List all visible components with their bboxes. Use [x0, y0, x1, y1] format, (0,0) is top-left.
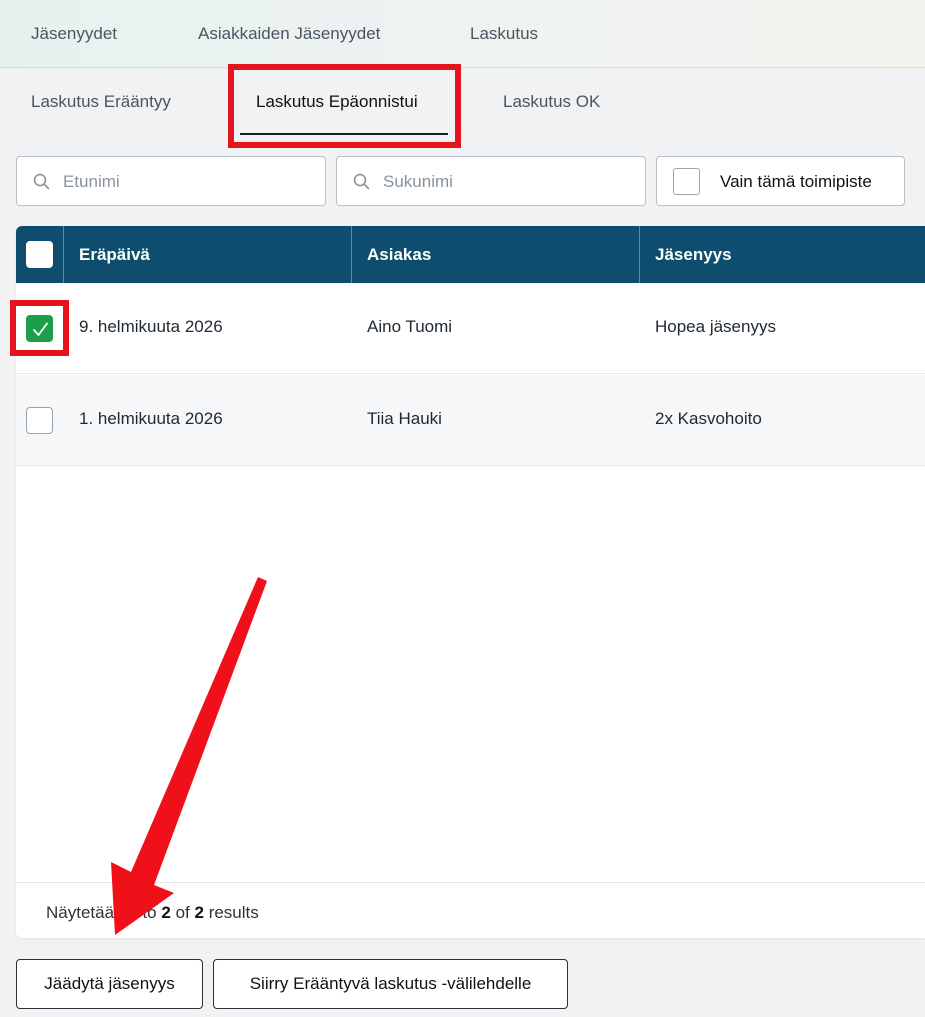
row-checkbox-checked[interactable]	[26, 315, 53, 342]
select-all-checkbox[interactable]	[26, 241, 53, 268]
active-tab-underline	[240, 133, 448, 135]
cell-due-date: 1. helmikuuta 2026	[79, 409, 223, 428]
cell-customer: Aino Tuomi	[367, 317, 453, 336]
table-row[interactable]: 9. helmikuuta 2026 Aino Tuomi Hopea jäse…	[16, 283, 925, 374]
tab-billing[interactable]: Laskutus	[470, 24, 538, 44]
subtab-billing-ok[interactable]: Laskutus OK	[503, 92, 600, 112]
last-name-input[interactable]	[383, 169, 603, 195]
table-footer: Näytetään 1 to 2 of 2 results	[16, 882, 925, 938]
row-checkbox[interactable]	[26, 407, 53, 434]
cell-customer: Tiia Hauki	[367, 409, 442, 428]
tab-memberships[interactable]: Jäsenyydet	[31, 24, 117, 44]
top-navigation: Jäsenyydet Asiakkaiden Jäsenyydet Laskut…	[0, 0, 925, 68]
search-icon	[33, 173, 50, 190]
subtab-billing-failed[interactable]: Laskutus Epäonnistui	[256, 92, 418, 112]
search-icon	[353, 173, 370, 190]
office-only-label: Vain tämä toimipiste	[720, 172, 872, 191]
first-name-search	[16, 156, 326, 206]
results-summary: Näytetään 1 to 2 of 2 results	[46, 903, 259, 922]
freeze-membership-button[interactable]: Jäädytä jäsenyys	[16, 959, 203, 1009]
column-customer[interactable]: Asiakas	[352, 226, 431, 283]
tab-customer-memberships[interactable]: Asiakkaiden Jäsenyydet	[198, 24, 380, 44]
table-header: Eräpäivä Asiakas Jäsenyys	[16, 226, 925, 283]
cell-membership: Hopea jäsenyys	[655, 317, 776, 336]
first-name-input[interactable]	[63, 169, 283, 195]
move-to-due-billing-button[interactable]: Siirry Erääntyvä laskutus -välilehdelle	[213, 959, 568, 1009]
cell-due-date: 9. helmikuuta 2026	[79, 317, 223, 336]
table-row[interactable]: 1. helmikuuta 2026 Tiia Hauki 2x Kasvoho…	[16, 375, 925, 466]
column-due-date[interactable]: Eräpäivä	[64, 226, 150, 283]
office-only-checkbox[interactable]	[673, 168, 700, 195]
billing-table: Eräpäivä Asiakas Jäsenyys 9. helmikuuta …	[16, 226, 925, 938]
column-membership[interactable]: Jäsenyys	[640, 226, 732, 283]
checkmark-icon	[33, 322, 48, 336]
cell-membership: 2x Kasvohoito	[655, 409, 762, 428]
last-name-search	[336, 156, 646, 206]
office-only-toggle[interactable]: Vain tämä toimipiste	[656, 156, 905, 206]
subtab-billing-due[interactable]: Laskutus Erääntyy	[31, 92, 171, 112]
